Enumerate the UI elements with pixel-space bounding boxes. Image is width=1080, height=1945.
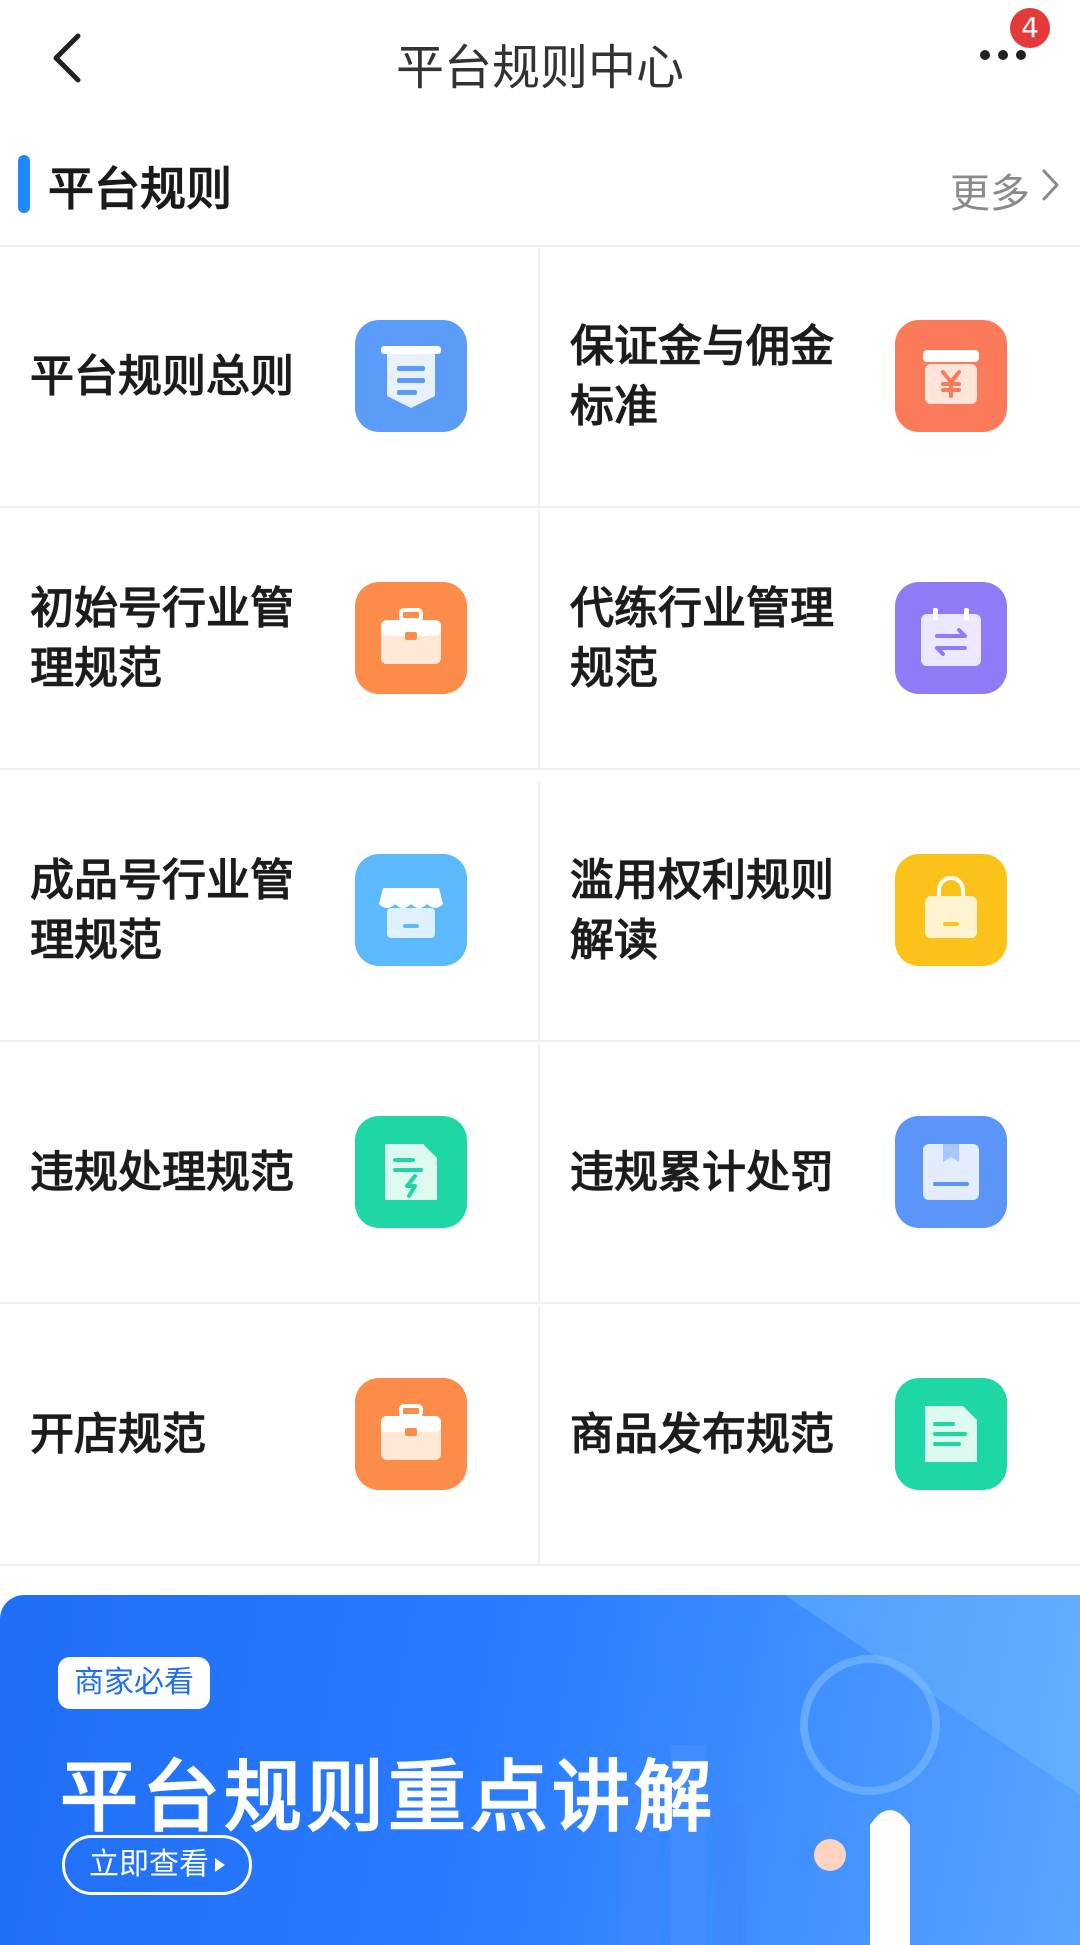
rule-card-label: 开店规范 xyxy=(30,1409,206,1460)
rule-card-label: 保证金与佣金标准 xyxy=(570,321,834,432)
section-title: 平台规则 xyxy=(48,162,232,216)
rule-card-label: 代练行业管理规范 xyxy=(570,583,834,694)
exchange-calendar-icon xyxy=(895,582,1007,694)
chevron-right-icon[interactable] xyxy=(1040,165,1062,205)
rule-card-store-opening[interactable]: 开店规范 xyxy=(0,1306,540,1566)
rule-card-violation-handling[interactable]: 违规处理规范 xyxy=(0,1044,540,1304)
section-accent-bar xyxy=(18,155,30,213)
rule-card-label: 成品号行业管理规范 xyxy=(30,855,294,966)
more-link[interactable]: 更多 xyxy=(950,161,1030,219)
notification-badge: 4 xyxy=(1010,8,1050,48)
play-arrow-icon xyxy=(215,1858,225,1872)
rule-card-label: 违规处理规范 xyxy=(30,1147,294,1198)
yuan-box-icon xyxy=(895,320,1007,432)
shopping-bag-icon xyxy=(895,854,1007,966)
view-now-label: 立即查看 xyxy=(89,1847,209,1882)
rule-card-label: 初始号行业管理规范 xyxy=(30,583,294,694)
page-title: 平台规则中心 xyxy=(395,40,684,96)
view-now-button[interactable]: 立即查看 xyxy=(62,1835,252,1895)
rule-card-initial-account[interactable]: 初始号行业管理规范 xyxy=(0,510,540,770)
section-header: 平台规则 更多 xyxy=(0,125,1080,247)
store-icon xyxy=(355,854,467,966)
rule-card-label: 商品发布规范 xyxy=(570,1409,834,1460)
rule-card-rights-abuse[interactable]: 滥用权利规则解读 xyxy=(540,782,1080,1042)
file-lines-icon xyxy=(895,1378,1007,1490)
package-box-icon xyxy=(895,1116,1007,1228)
briefcase-icon xyxy=(355,582,467,694)
document-icon xyxy=(355,320,467,432)
rule-card-boosting[interactable]: 代练行业管理规范 xyxy=(540,510,1080,770)
file-lightning-icon xyxy=(355,1116,467,1228)
rule-card-label: 违规累计处罚 xyxy=(570,1147,834,1198)
rule-card-label: 滥用权利规则解读 xyxy=(570,855,834,966)
rule-card-deposit[interactable]: 保证金与佣金标准 xyxy=(540,248,1080,508)
rule-card-product-listing[interactable]: 商品发布规范 xyxy=(540,1306,1080,1566)
top-bar: 平台规则中心 4 xyxy=(0,0,1080,120)
rule-card-general[interactable]: 平台规则总则 xyxy=(0,248,540,508)
banner-title: 平台规则重点讲解 xyxy=(60,1753,717,1843)
rule-card-label: 平台规则总则 xyxy=(30,351,294,402)
briefcase-icon xyxy=(355,1378,467,1490)
rule-card-finished-account[interactable]: 成品号行业管理规范 xyxy=(0,782,540,1042)
banner-tag: 商家必看 xyxy=(58,1657,210,1709)
promo-banner[interactable]: 商家必看 平台规则重点讲解 立即查看 xyxy=(0,1595,1080,1945)
rule-card-cumulative-penalty[interactable]: 违规累计处罚 xyxy=(540,1044,1080,1304)
